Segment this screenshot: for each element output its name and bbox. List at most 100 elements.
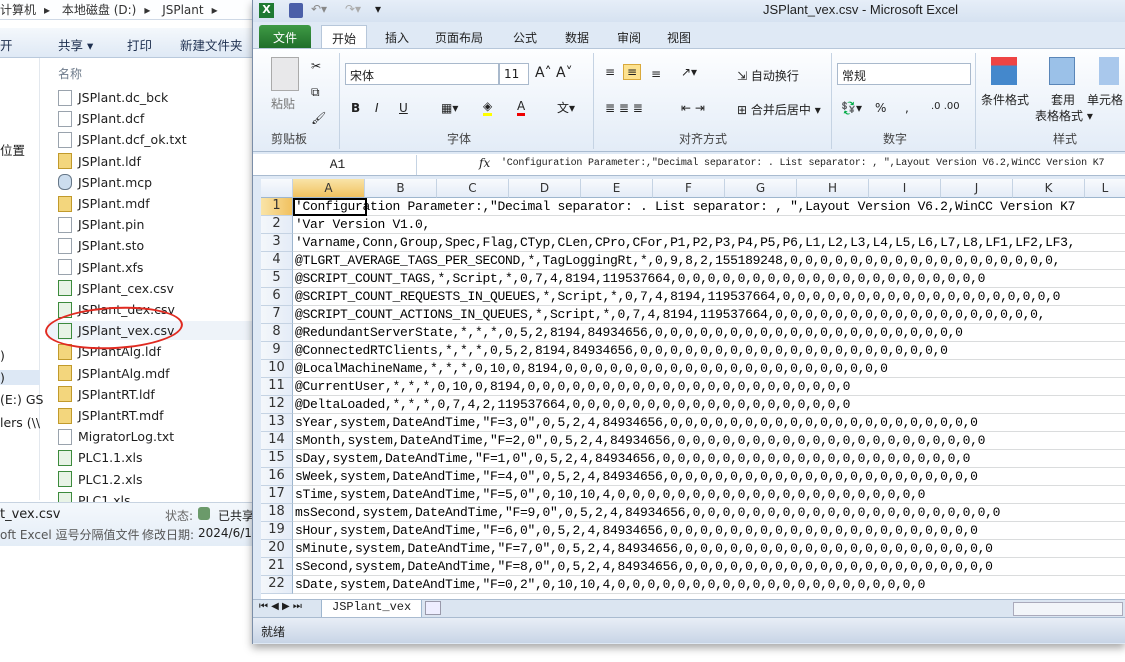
wrap-text-button[interactable]: ⇲ 自动换行	[737, 67, 799, 84]
merge-center-button[interactable]: ⊞ 合并后居中 ▾	[737, 101, 821, 118]
file-item[interactable]: JSPlantRT.ldf	[58, 385, 155, 404]
column-header[interactable]: B	[365, 179, 437, 198]
file-item[interactable]: JSPlant_cex.csv	[58, 279, 174, 298]
row-header[interactable]: 18	[261, 504, 293, 522]
chevron-right-icon[interactable]: ▸	[212, 3, 218, 17]
table-format-button-2[interactable]: 表格格式 ▾	[1035, 107, 1093, 124]
spreadsheet-grid[interactable]: ABCDEFGHIJKL 1 'Configuration Parameter:,…	[261, 179, 1125, 599]
column-header[interactable]: A	[293, 179, 365, 198]
cell-a4[interactable]: @TLGRT_AVERAGE_TAGS_PER_SECOND,*,TagLogg…	[295, 252, 1060, 270]
align-bottom-icon[interactable]: ≡	[651, 67, 661, 81]
column-header[interactable]: F	[653, 179, 725, 198]
comma-button[interactable]: ,	[905, 101, 909, 115]
copy-icon[interactable]: ⧉	[311, 85, 320, 100]
insert-function-icon[interactable]: fx	[479, 156, 490, 170]
excel-logo-icon[interactable]: X	[259, 3, 274, 18]
chevron-right-icon[interactable]: ▸	[44, 3, 50, 17]
sheet-tab[interactable]: JSPlant_vex	[321, 600, 423, 618]
save-icon[interactable]	[289, 3, 303, 18]
conditional-format-icon[interactable]	[991, 57, 1017, 85]
sheet-nav-arrows-icon[interactable]: ⏮ ◀ ▶ ⏭	[259, 601, 302, 612]
row-header[interactable]: 17	[261, 486, 293, 504]
cell-a13[interactable]: sYear,system,DateAndTime,"F=3,0",0,5,2,4…	[295, 414, 978, 432]
row-header[interactable]: 19	[261, 522, 293, 540]
chevron-right-icon[interactable]: ▸	[144, 3, 150, 17]
row-header[interactable]: 7	[261, 306, 293, 324]
file-item[interactable]: JSPlant.sto	[58, 236, 144, 255]
cell-a1[interactable]: 'Configuration Parameter:,"Decimal separ…	[295, 198, 1075, 216]
font-size-select[interactable]: 11	[499, 63, 529, 85]
row-header[interactable]: 4	[261, 252, 293, 270]
new-folder-button[interactable]: 新建文件夹	[180, 35, 243, 54]
row-header[interactable]: 11	[261, 378, 293, 396]
column-header[interactable]: D	[509, 179, 581, 198]
table-format-icon[interactable]	[1049, 57, 1075, 85]
file-item[interactable]: JSPlant.ldf	[58, 152, 141, 171]
undo-icon[interactable]: ↶▾	[311, 2, 327, 16]
file-item[interactable]: JSPlantAlg.mdf	[58, 364, 170, 383]
cell-a16[interactable]: sWeek,system,DateAndTime,"F=4,0",0,5,2,4…	[295, 468, 978, 486]
nav-item[interactable]: (E:) GS	[0, 392, 43, 407]
cell-styles-icon[interactable]	[1099, 57, 1119, 85]
align-middle-icon[interactable]: ≡	[623, 64, 642, 80]
file-item[interactable]: JSPlant.dcf	[58, 109, 144, 128]
cell-a20[interactable]: sMinute,system,DateAndTime,"F=7,0",0,5,2…	[295, 540, 993, 558]
share-button[interactable]: 共享 ▾	[58, 35, 93, 54]
row-header[interactable]: 15	[261, 450, 293, 468]
decimal-icon[interactable]: .0 .00	[931, 101, 960, 112]
align-left-icon[interactable]: ≣ ≣ ≣	[605, 101, 643, 115]
open-button[interactable]: 开	[0, 35, 13, 54]
row-header[interactable]: 5	[261, 270, 293, 288]
nav-item[interactable]: )	[0, 348, 5, 363]
column-header[interactable]: L	[1085, 179, 1125, 198]
column-header[interactable]: K	[1013, 179, 1085, 198]
cell-a15[interactable]: sDay,system,DateAndTime,"F=1,0",0,5,2,4,…	[295, 450, 970, 468]
cell-a19[interactable]: sHour,system,DateAndTime,"F=6,0",0,5,2,4…	[295, 522, 978, 540]
format-painter-icon[interactable]: 🖌	[311, 111, 326, 125]
breadcrumb-drive[interactable]: 本地磁盘 (D:)	[62, 3, 136, 17]
cell-a2[interactable]: 'Var Version V1.0,	[295, 216, 430, 234]
fill-color-icon[interactable]: ◈	[483, 99, 493, 116]
column-header-name[interactable]: 名称	[58, 65, 82, 82]
table-format-button[interactable]: 套用	[1051, 91, 1075, 108]
insert-sheet-icon[interactable]	[425, 601, 441, 615]
row-header[interactable]: 10	[261, 360, 293, 378]
tab-home[interactable]: 开始	[321, 25, 368, 48]
paste-button[interactable]: 粘贴	[271, 95, 295, 112]
file-item[interactable]: JSPlant.dc_bck	[58, 88, 168, 107]
tab-view[interactable]: 视图	[657, 25, 701, 48]
row-header[interactable]: 2	[261, 216, 293, 234]
tab-insert[interactable]: 插入	[375, 25, 419, 48]
percent-button[interactable]: %	[875, 101, 886, 115]
file-item[interactable]: MigratorLog.txt	[58, 427, 174, 446]
horizontal-scrollbar[interactable]	[1013, 602, 1123, 616]
nav-item[interactable]: 位置	[0, 140, 25, 159]
row-header[interactable]: 6	[261, 288, 293, 306]
row-header[interactable]: 1	[261, 198, 293, 216]
paste-icon[interactable]	[271, 57, 299, 91]
customize-toolbar-icon[interactable]: ▾	[375, 2, 381, 16]
cell-a22[interactable]: sDate,system,DateAndTime,"F=0,2",0,10,10…	[295, 576, 925, 594]
breadcrumb-computer[interactable]: 计算机	[0, 3, 36, 17]
row-header[interactable]: 9	[261, 342, 293, 360]
file-item[interactable]: JSPlantRT.mdf	[58, 406, 164, 425]
tab-file[interactable]: 文件	[259, 25, 311, 48]
row-header[interactable]: 8	[261, 324, 293, 342]
cell-a8[interactable]: @RedundantServerState,*,*,*,0,5,2,8194,8…	[295, 324, 963, 342]
file-item[interactable]: PLC1.2.xls	[58, 470, 142, 489]
file-item[interactable]: JSPlant.mcp	[58, 173, 152, 192]
cell-styles-button[interactable]: 单元格	[1087, 91, 1123, 108]
cell-a9[interactable]: @ConnectedRTClients,*,*,*,0,5,2,8194,849…	[295, 342, 948, 360]
cell-a21[interactable]: sSecond,system,DateAndTime,"F=8,0",0,5,2…	[295, 558, 993, 576]
cell-a14[interactable]: sMonth,system,DateAndTime,"F=2,0",0,5,2,…	[295, 432, 985, 450]
row-header[interactable]: 22	[261, 576, 293, 594]
row-header[interactable]: 14	[261, 432, 293, 450]
nav-item[interactable]: lers (\\	[0, 415, 40, 430]
tab-formulas[interactable]: 公式	[503, 25, 547, 48]
row-header[interactable]: 20	[261, 540, 293, 558]
row-header[interactable]: 21	[261, 558, 293, 576]
font-name-select[interactable]: 宋体	[345, 63, 499, 85]
file-item[interactable]: JSPlant.pin	[58, 215, 144, 234]
nav-item-selected[interactable]: )	[0, 370, 40, 385]
grow-font-icon[interactable]: A˄ A˅	[535, 65, 573, 81]
